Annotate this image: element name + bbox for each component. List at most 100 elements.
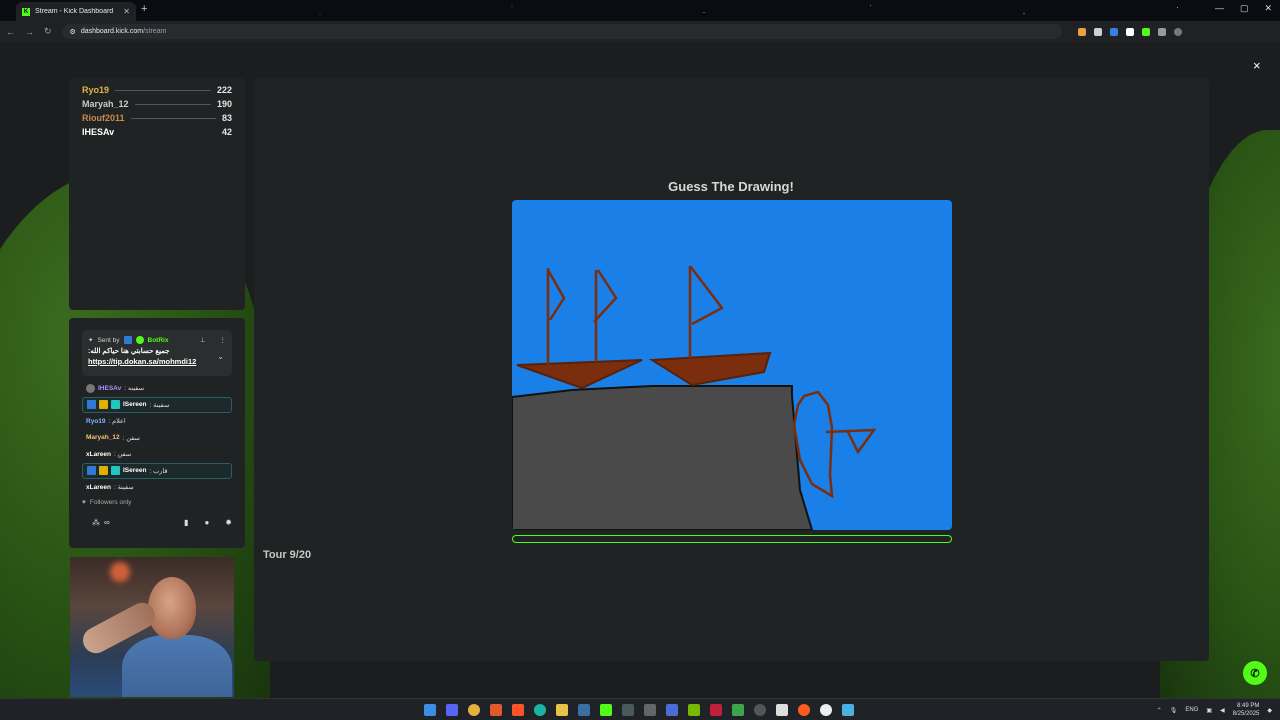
pinned-text: جميع حسابتي هنا حياكم الله: [88, 348, 170, 355]
trash-icon[interactable]: ▮ [184, 518, 188, 527]
steam-icon[interactable] [578, 704, 590, 716]
taskbar-clock[interactable]: 8:49 PM 8/25/2025 [1233, 702, 1260, 718]
extension-icon[interactable] [1125, 27, 1134, 36]
browser-tab-active[interactable]: K Stream - Kick Dashboard ✕ [16, 2, 136, 21]
app-icon[interactable] [490, 704, 502, 716]
address-bar[interactable]: ⚙ dashboard.kick.com/stream [61, 24, 1062, 39]
drawing-cliff [512, 385, 814, 530]
chat-username[interactable]: IHESAv [98, 385, 121, 392]
extension-icon[interactable] [1109, 27, 1118, 36]
nvidia-icon[interactable] [688, 704, 700, 716]
leaderboard-row: Ryo19 222 [82, 83, 232, 97]
chat-toolbar: ⁂ ∞ ▮ ● ✹ [82, 518, 232, 527]
browser-toolbar: ← → ↻ ⚙ dashboard.kick.com/stream [0, 21, 1280, 42]
chat-username[interactable]: ISereen [123, 467, 147, 474]
chat-username[interactable]: Maryah_12 [86, 434, 120, 441]
chevron-up-icon[interactable]: ⌃ [1157, 707, 1162, 714]
extensions-area [1077, 27, 1182, 36]
more-options-icon[interactable]: ⋮ [220, 336, 227, 344]
infinity-label: ∞ [104, 517, 110, 527]
forward-arrow-icon[interactable]: → [25, 27, 34, 37]
app-icon[interactable] [644, 704, 656, 716]
chat-text: : سفينة [113, 484, 134, 492]
pinned-link[interactable]: https://tip.dokan.sa/mohmdi12 [88, 357, 226, 366]
tab-close-icon[interactable]: ✕ [123, 7, 130, 16]
chat-username[interactable]: xLareen [86, 484, 111, 491]
windows-taskbar: ⌃ 🎙 ENG ▣ ◀ 8:49 PM 8/25/2025 ◆ [0, 698, 1280, 720]
back-arrow-icon[interactable]: ← [6, 27, 15, 37]
user-badge-icon [111, 400, 120, 410]
leaderboard-divider [115, 89, 211, 91]
leaderboard-name[interactable]: IHESAv [82, 127, 114, 137]
message-icon[interactable]: ● [204, 518, 209, 527]
chat-text: : سفن [122, 434, 140, 442]
pinned-message: ✦ Sent by BotRix ⊥ ⋮ جميع حسابتي هنا حيا… [82, 330, 232, 376]
leaderboard-score: 42 [221, 127, 232, 137]
microphone-icon[interactable]: 🎙 [1170, 707, 1178, 714]
app-icon[interactable] [754, 704, 766, 716]
language-indicator[interactable]: ENG [1185, 707, 1198, 713]
chrome-icon[interactable] [468, 704, 480, 716]
chat-username[interactable]: ISereen [123, 401, 147, 408]
excel-icon[interactable] [732, 704, 744, 716]
leaderboard-divider [130, 117, 216, 119]
kick-extension-icon[interactable] [1141, 27, 1150, 36]
notification-icon[interactable]: ◆ [1267, 707, 1272, 714]
firefox-icon[interactable] [798, 704, 810, 716]
edge-icon[interactable] [534, 704, 546, 716]
obs-icon[interactable] [820, 704, 832, 716]
kick-favicon-icon: K [22, 7, 30, 16]
brave-icon[interactable] [512, 704, 524, 716]
chat-text: : اعلام [108, 418, 126, 426]
notepad-icon[interactable] [842, 704, 854, 716]
chat-message: IHESAv: سفينه [82, 380, 232, 397]
leaderboard-row: Riouf2011 83 [82, 111, 232, 125]
app-icon[interactable] [776, 704, 788, 716]
url-domain: dashboard.kick.com [80, 28, 144, 35]
chevron-down-icon[interactable]: ⌄ [217, 352, 224, 361]
window-close-button[interactable]: ✕ [1264, 3, 1272, 14]
leaderboard-name[interactable]: Maryah_12 [82, 99, 129, 109]
network-icon[interactable]: ▣ [1206, 707, 1212, 714]
volume-icon[interactable]: ◀ [1220, 707, 1225, 714]
xbox-icon[interactable] [622, 704, 634, 716]
clock-date: 8/25/2025 [1232, 711, 1260, 717]
sent-by-label: Sent by [97, 336, 120, 344]
file-explorer-icon[interactable] [556, 704, 568, 716]
chat-username[interactable]: Ryo19 [86, 418, 106, 425]
drawing-canvas[interactable] [512, 200, 952, 530]
leaderboard-name[interactable]: Ryo19 [82, 85, 109, 95]
leaderboard-score: 222 [216, 85, 232, 95]
unpin-icon[interactable]: ⊥ [200, 336, 206, 344]
reload-icon[interactable]: ↻ [44, 26, 52, 37]
chat-panel: ✦ Sent by BotRix ⊥ ⋮ جميع حسابتي هنا حيا… [69, 318, 245, 548]
puzzle-extension-icon[interactable] [1157, 27, 1166, 36]
chat-username[interactable]: xLareen [86, 451, 111, 458]
chat-message: xLareen: سفن [82, 446, 232, 463]
system-tray: ⌃ 🎙 ENG ▣ ◀ 8:49 PM 8/25/2025 ◆ [1157, 702, 1272, 718]
taskbar-apps [424, 704, 854, 716]
site-info-icon[interactable]: ⚙ [70, 28, 76, 36]
minimize-button[interactable]: — [1215, 3, 1224, 14]
chat-message: ISereen: سفينة [82, 396, 232, 413]
users-icon[interactable]: ⁂ [92, 518, 100, 527]
settings-gear-icon[interactable]: ✹ [225, 518, 232, 527]
leaderboard-divider [120, 132, 216, 133]
profile-avatar[interactable] [1173, 27, 1182, 36]
maximize-button[interactable]: ▢ [1240, 3, 1249, 14]
kick-icon[interactable] [600, 704, 612, 716]
discord-icon[interactable] [446, 704, 458, 716]
brave-extension-icon[interactable] [1077, 27, 1086, 36]
app-icon[interactable] [710, 704, 722, 716]
webcam-feed [70, 557, 234, 697]
close-overlay-button[interactable]: × [1253, 58, 1261, 73]
shield-app-icon[interactable] [666, 704, 678, 716]
leaderboard-name[interactable]: Riouf2011 [82, 113, 125, 123]
help-chat-button[interactable]: ✆ [1243, 661, 1267, 685]
leaderboard-panel: Ryo19 222 Maryah_12 190 Riouf2011 83 IHESAv 42 [69, 78, 245, 310]
shield-extension-icon[interactable] [1093, 27, 1102, 36]
new-tab-button[interactable]: + [141, 3, 147, 15]
chat-message: Maryah_12: سفن [82, 430, 232, 447]
drawing-boat [516, 359, 643, 390]
start-menu-icon[interactable] [424, 704, 436, 716]
